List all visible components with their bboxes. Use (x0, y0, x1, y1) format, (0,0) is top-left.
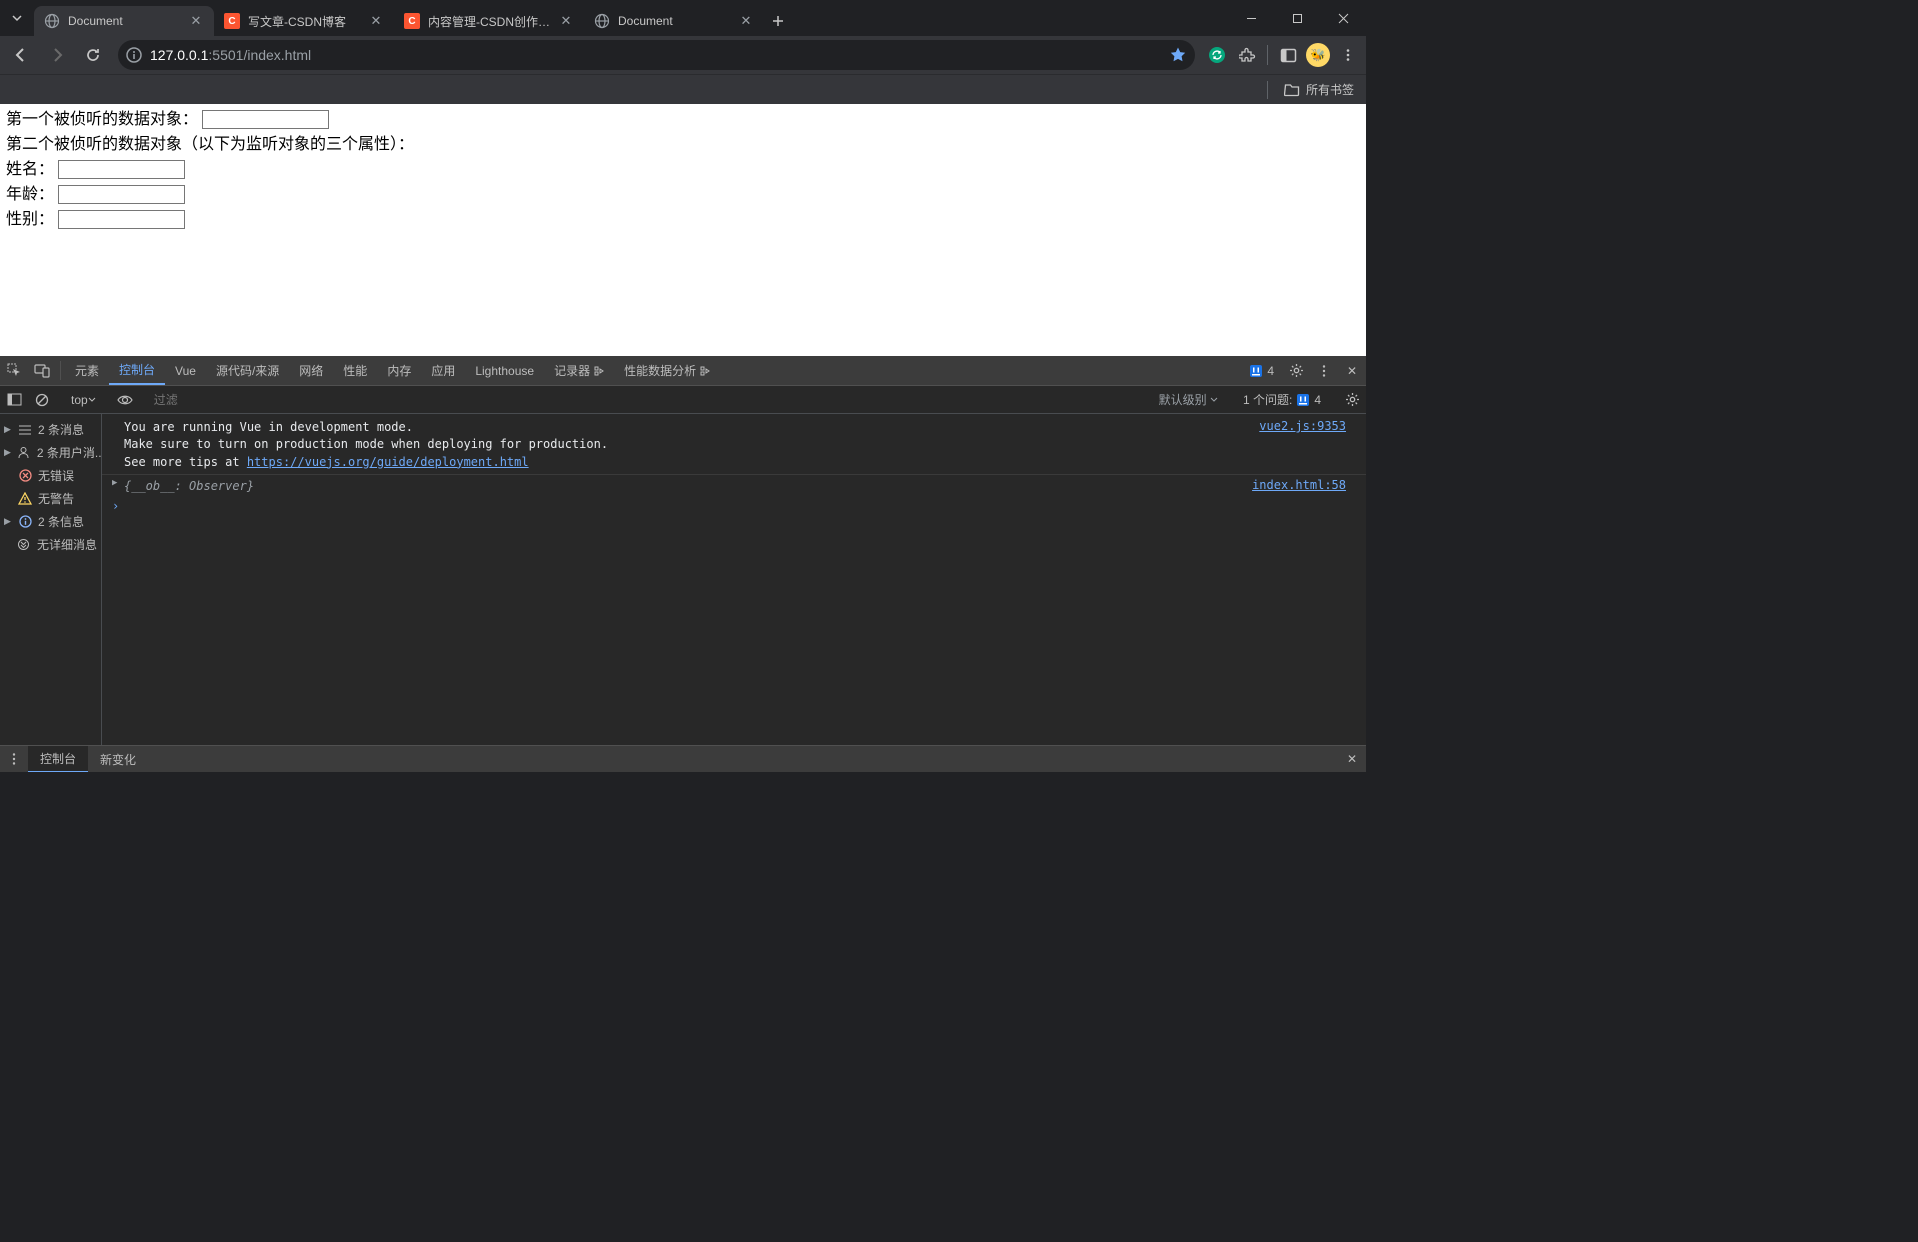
tab-memory[interactable]: 内存 (377, 356, 421, 385)
tab-perf-insights[interactable]: 性能数据分析 (614, 356, 720, 385)
console-prompt[interactable]: › (102, 497, 1366, 515)
expand-icon[interactable]: ▶ (112, 478, 117, 488)
close-icon[interactable]: ✕ (188, 13, 204, 29)
input-name[interactable] (58, 160, 185, 179)
input-object-1[interactable] (202, 110, 329, 129)
close-icon[interactable]: ✕ (558, 13, 574, 29)
sidebar-verbose[interactable]: 无详细消息 (0, 533, 101, 556)
close-icon[interactable]: ✕ (368, 13, 384, 29)
sidebar-info[interactable]: ▶2 条信息 (0, 510, 101, 533)
tab-vue[interactable]: Vue (165, 356, 206, 385)
extensions-icon[interactable] (1233, 41, 1261, 69)
issues-indicator[interactable]: 4 (1241, 356, 1282, 385)
csdn-icon: C (404, 13, 420, 29)
devtools: 元素 控制台 Vue 源代码/来源 网络 性能 内存 应用 Lighthouse… (0, 356, 1366, 745)
tab-title: Document (618, 14, 730, 28)
browser-tab-0[interactable]: Document ✕ (34, 6, 214, 36)
menu-icon[interactable] (1334, 41, 1362, 69)
site-info-icon[interactable] (126, 47, 142, 63)
drawer-more-icon[interactable] (0, 746, 28, 772)
folder-icon (1284, 82, 1300, 98)
issues-link[interactable]: 1 个问题: 4 (1235, 391, 1329, 408)
minimize-button[interactable] (1228, 0, 1274, 36)
console-message[interactable]: ▶ index.html:58 {__ob__: Observer} (102, 474, 1366, 496)
devtools-tabs: 元素 控制台 Vue 源代码/来源 网络 性能 内存 应用 Lighthouse… (0, 356, 1366, 386)
more-icon[interactable] (1310, 356, 1338, 385)
window-controls (1228, 0, 1366, 36)
toolbar-divider (1267, 45, 1268, 65)
maximize-button[interactable] (1274, 0, 1320, 36)
tab-elements[interactable]: 元素 (65, 356, 109, 385)
back-button[interactable] (4, 41, 38, 69)
browser-tab-3[interactable]: Document ✕ (584, 6, 764, 36)
bookmark-bar: 所有书签 (0, 74, 1366, 104)
source-link[interactable]: index.html:58 (1252, 478, 1346, 492)
drawer-close-icon[interactable]: ✕ (1338, 746, 1366, 772)
page-content: 第一个被侦听的数据对象： 第二个被侦听的数据对象（以下为监听对象的三个属性）： … (0, 104, 1366, 356)
label-name: 姓名： (6, 161, 54, 178)
live-expression-icon[interactable] (111, 394, 139, 406)
input-age[interactable] (58, 185, 185, 204)
reload-button[interactable] (76, 41, 110, 69)
console-toolbar: top 默认级别 1 个问题: 4 (0, 386, 1366, 414)
tab-sources[interactable]: 源代码/来源 (206, 356, 289, 385)
url-text: 127.0.0.1:5501/index.html (150, 47, 1161, 63)
console-output: vue2.js:9353 You are running Vue in deve… (102, 414, 1366, 745)
settings-icon[interactable] (1282, 356, 1310, 385)
sidebar-user-messages[interactable]: ▶2 条用户消... (0, 441, 101, 464)
console-message[interactable]: vue2.js:9353 You are running Vue in deve… (102, 418, 1366, 472)
drawer-tab-console[interactable]: 控制台 (28, 746, 88, 772)
browser-title-bar: Document ✕ C 写文章-CSDN博客 ✕ C 内容管理-CSDN创作中… (0, 0, 1366, 36)
console-settings-icon[interactable] (1338, 392, 1366, 407)
profile-avatar[interactable]: 🐝 (1304, 41, 1332, 69)
sidebar-messages[interactable]: ▶2 条消息 (0, 418, 101, 441)
globe-icon (594, 13, 610, 29)
globe-icon (44, 13, 60, 29)
browser-tab-1[interactable]: C 写文章-CSDN博客 ✕ (214, 6, 394, 36)
divider (1267, 81, 1268, 99)
tab-network[interactable]: 网络 (289, 356, 333, 385)
drawer-tab-whatsnew[interactable]: 新变化 (88, 746, 148, 772)
label-gender: 性别： (6, 211, 54, 228)
address-bar[interactable]: 127.0.0.1:5501/index.html (118, 40, 1195, 70)
tab-strip: Document ✕ C 写文章-CSDN博客 ✕ C 内容管理-CSDN创作中… (34, 0, 1228, 36)
source-link[interactable]: vue2.js:9353 (1259, 419, 1346, 433)
devtools-close-icon[interactable]: ✕ (1338, 356, 1366, 385)
input-gender[interactable] (58, 210, 185, 229)
sidebar-warnings[interactable]: 无警告 (0, 487, 101, 510)
tab-title: 写文章-CSDN博客 (248, 13, 360, 30)
console-sidebar: ▶2 条消息 ▶2 条用户消... 无错误 无警告 ▶2 条信息 无详细消息 (0, 414, 102, 745)
tab-title: 内容管理-CSDN创作中心 (428, 13, 550, 30)
console-filter[interactable] (148, 393, 1151, 407)
context-selector[interactable]: top (65, 393, 102, 407)
new-tab-button[interactable] (764, 6, 792, 36)
browser-tab-2[interactable]: C 内容管理-CSDN创作中心 ✕ (394, 6, 584, 36)
tab-recorder[interactable]: 记录器 (544, 356, 614, 385)
all-bookmarks-button[interactable]: 所有书签 (1306, 81, 1354, 98)
tab-title: Document (68, 14, 180, 28)
extension-sync-icon[interactable] (1203, 41, 1231, 69)
log-level-selector[interactable]: 默认级别 (1151, 391, 1226, 408)
bookmark-star-icon[interactable] (1169, 46, 1187, 64)
close-icon[interactable]: ✕ (738, 13, 754, 29)
inspect-icon[interactable] (0, 356, 28, 385)
label-object-2: 第二个被侦听的数据对象（以下为监听对象的三个属性）： (6, 133, 1360, 157)
csdn-icon: C (224, 13, 240, 29)
tab-lighthouse[interactable]: Lighthouse (465, 356, 544, 385)
device-toggle-icon[interactable] (28, 356, 56, 385)
label-object-1: 第一个被侦听的数据对象： (6, 111, 198, 128)
tab-console[interactable]: 控制台 (109, 356, 165, 385)
clear-console-icon[interactable] (28, 393, 56, 407)
side-panel-icon[interactable] (1274, 41, 1302, 69)
devtools-drawer: 控制台 新变化 ✕ (0, 745, 1366, 772)
label-age: 年龄： (6, 186, 54, 203)
sidebar-toggle-icon[interactable] (0, 393, 28, 406)
tab-performance[interactable]: 性能 (333, 356, 377, 385)
browser-toolbar: 127.0.0.1:5501/index.html 🐝 (0, 36, 1366, 74)
forward-button[interactable] (40, 41, 74, 69)
window-close-button[interactable] (1320, 0, 1366, 36)
sidebar-errors[interactable]: 无错误 (0, 464, 101, 487)
tab-search-button[interactable] (0, 0, 34, 36)
tab-application[interactable]: 应用 (421, 356, 465, 385)
